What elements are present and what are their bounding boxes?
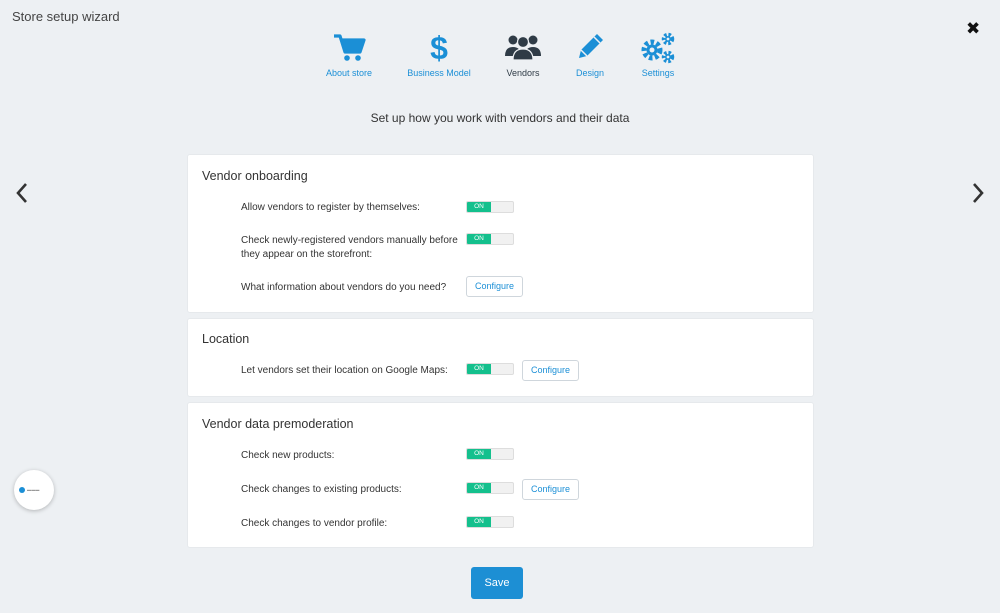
- cart-icon: [334, 34, 366, 61]
- allow-register-toggle[interactable]: ON: [466, 201, 514, 213]
- svg-text:$: $: [430, 30, 448, 64]
- setting-label: What information about vendors do you ne…: [241, 282, 447, 293]
- check-vendor-profile-toggle[interactable]: ON: [466, 516, 514, 528]
- google-maps-toggle[interactable]: ON: [466, 363, 514, 375]
- page-subtitle: Set up how you work with vendors and the…: [370, 111, 630, 125]
- section-title: Vendor onboarding: [202, 169, 308, 183]
- configure-location-button[interactable]: Configure: [522, 360, 580, 381]
- gears-icon: [641, 32, 675, 64]
- window-title: Store setup wizard: [12, 9, 120, 24]
- step-business-model[interactable]: $ Business Model: [399, 30, 479, 78]
- toggle-on-text: ON: [467, 517, 491, 527]
- check-new-products-toggle[interactable]: ON: [466, 448, 514, 460]
- setting-label: Check changes to vendor profile:: [241, 518, 388, 529]
- pencil-icon: [579, 34, 603, 58]
- step-label: Business Model: [407, 68, 471, 78]
- toggle-on-text: ON: [467, 234, 491, 244]
- close-icon[interactable]: ✖: [966, 20, 980, 37]
- section-title: Vendor data premoderation: [202, 417, 354, 431]
- setting-label: Check new products:: [241, 450, 335, 461]
- wizard-steps: About store $ Business Model Vendors Des…: [316, 30, 696, 88]
- check-existing-products-toggle[interactable]: ON: [466, 482, 514, 494]
- configure-premoderation-button[interactable]: Configure: [522, 479, 580, 500]
- users-icon: [505, 35, 541, 61]
- save-button[interactable]: Save: [471, 567, 523, 599]
- step-label: Settings: [641, 68, 675, 78]
- setting-label: Check newly-registered vendors manually …: [241, 235, 458, 260]
- chevron-left-icon[interactable]: [14, 182, 30, 209]
- toggle-on-text: ON: [467, 449, 491, 459]
- setting-label: Let vendors set their location on Google…: [241, 365, 448, 376]
- location-card: Location Let vendors set their location …: [188, 319, 813, 396]
- help-widget[interactable]: ▬▬▬: [14, 470, 54, 510]
- chevron-right-icon[interactable]: [970, 182, 986, 209]
- step-settings[interactable]: Settings: [618, 30, 698, 78]
- premoderation-card: Vendor data premoderation Check new prod…: [188, 403, 813, 547]
- step-about-store[interactable]: About store: [309, 30, 389, 78]
- vendor-onboarding-card: Vendor onboarding Allow vendors to regis…: [188, 155, 813, 312]
- toggle-on-text: ON: [467, 364, 491, 374]
- section-title: Location: [202, 332, 250, 346]
- toggle-on-text: ON: [467, 202, 491, 212]
- widget-logo-text: ▬▬▬: [27, 487, 40, 492]
- setting-label: Check changes to existing products:: [241, 484, 402, 495]
- setting-label: Allow vendors to register by themselves:: [241, 202, 420, 213]
- manual-check-toggle[interactable]: ON: [466, 233, 514, 245]
- toggle-on-text: ON: [467, 483, 491, 493]
- configure-vendor-info-button[interactable]: Configure: [466, 276, 524, 297]
- dollar-icon: $: [430, 30, 448, 64]
- step-label: About store: [325, 68, 373, 78]
- widget-logo-icon: [19, 487, 25, 493]
